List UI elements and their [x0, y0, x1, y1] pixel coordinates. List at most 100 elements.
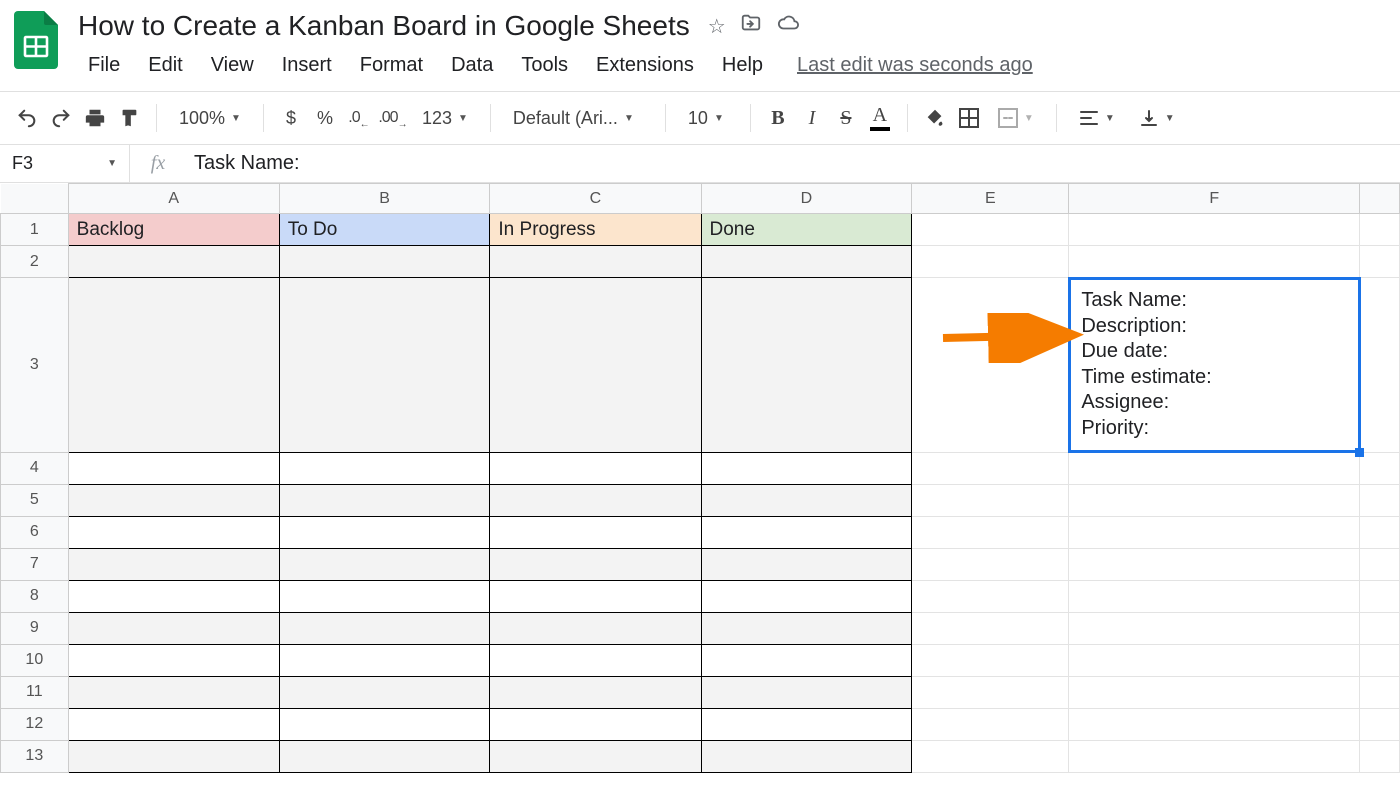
cell-G1[interactable] [1360, 214, 1400, 246]
paint-format-button[interactable] [114, 100, 144, 136]
cell-F12[interactable] [1069, 708, 1360, 740]
cell-G8[interactable] [1360, 580, 1400, 612]
currency-button[interactable]: $ [276, 100, 306, 136]
vertical-align-button[interactable]: ▼ [1129, 108, 1185, 128]
cell-B1[interactable]: To Do [279, 214, 490, 246]
cell-B10[interactable] [279, 644, 490, 676]
col-header-C[interactable]: C [490, 184, 701, 214]
cell-A3[interactable] [68, 278, 279, 453]
undo-button[interactable] [12, 100, 42, 136]
cell-C12[interactable] [490, 708, 701, 740]
cell-A11[interactable] [68, 676, 279, 708]
cell-G13[interactable] [1360, 740, 1400, 772]
cell-E9[interactable] [912, 612, 1069, 644]
borders-button[interactable] [954, 100, 984, 136]
cell-F8[interactable] [1069, 580, 1360, 612]
menu-file[interactable]: File [74, 48, 134, 83]
cell-F13[interactable] [1069, 740, 1360, 772]
cell-C13[interactable] [490, 740, 701, 772]
menu-extensions[interactable]: Extensions [582, 48, 708, 83]
cell-D8[interactable] [701, 580, 912, 612]
increase-decimals-button[interactable]: .00→ [378, 100, 408, 136]
cell-F7[interactable] [1069, 548, 1360, 580]
cell-B6[interactable] [279, 516, 490, 548]
col-header-D[interactable]: D [701, 184, 912, 214]
cell-B9[interactable] [279, 612, 490, 644]
row-header-13[interactable]: 13 [1, 740, 69, 772]
cell-C5[interactable] [490, 484, 701, 516]
move-folder-icon[interactable] [740, 12, 762, 40]
number-format-select[interactable]: 123▼ [412, 108, 478, 129]
cell-E10[interactable] [912, 644, 1069, 676]
row-header-12[interactable]: 12 [1, 708, 69, 740]
row-header-8[interactable]: 8 [1, 580, 69, 612]
cell-F5[interactable] [1069, 484, 1360, 516]
row-header-6[interactable]: 6 [1, 516, 69, 548]
cell-A13[interactable] [68, 740, 279, 772]
row-header-1[interactable]: 1 [1, 214, 69, 246]
row-header-9[interactable]: 9 [1, 612, 69, 644]
cell-D4[interactable] [701, 452, 912, 484]
col-header-F[interactable]: F [1069, 184, 1360, 214]
cell-A12[interactable] [68, 708, 279, 740]
cell-C1[interactable]: In Progress [490, 214, 701, 246]
cell-C2[interactable] [490, 246, 701, 278]
star-icon[interactable]: ☆ [708, 14, 726, 39]
cell-G3[interactable] [1360, 278, 1400, 453]
cell-E11[interactable] [912, 676, 1069, 708]
cell-A8[interactable] [68, 580, 279, 612]
cell-A10[interactable] [68, 644, 279, 676]
zoom-select[interactable]: 100%▼ [169, 108, 251, 129]
cell-C11[interactable] [490, 676, 701, 708]
cell-B4[interactable] [279, 452, 490, 484]
cell-B7[interactable] [279, 548, 490, 580]
menu-view[interactable]: View [197, 48, 268, 83]
cell-B3[interactable] [279, 278, 490, 453]
menu-insert[interactable]: Insert [268, 48, 346, 83]
cell-A9[interactable] [68, 612, 279, 644]
name-box[interactable]: F3▼ [0, 145, 130, 182]
cell-D9[interactable] [701, 612, 912, 644]
row-header-2[interactable]: 2 [1, 246, 69, 278]
cell-D5[interactable] [701, 484, 912, 516]
cell-G11[interactable] [1360, 676, 1400, 708]
menu-data[interactable]: Data [437, 48, 507, 83]
menu-help[interactable]: Help [708, 48, 777, 83]
font-select[interactable]: Default (Ari...▼ [503, 108, 653, 129]
cell-F6[interactable] [1069, 516, 1360, 548]
document-title[interactable]: How to Create a Kanban Board in Google S… [74, 8, 694, 44]
cell-G2[interactable] [1360, 246, 1400, 278]
cell-E1[interactable] [912, 214, 1069, 246]
row-header-3[interactable]: 3 [1, 278, 69, 453]
fill-color-button[interactable] [920, 100, 950, 136]
row-header-5[interactable]: 5 [1, 484, 69, 516]
cell-C9[interactable] [490, 612, 701, 644]
cell-G4[interactable] [1360, 452, 1400, 484]
col-header-B[interactable]: B [279, 184, 490, 214]
cell-E5[interactable] [912, 484, 1069, 516]
cell-A4[interactable] [68, 452, 279, 484]
cell-E4[interactable] [912, 452, 1069, 484]
menu-edit[interactable]: Edit [134, 48, 196, 83]
cell-D1[interactable]: Done [701, 214, 912, 246]
cell-D7[interactable] [701, 548, 912, 580]
menu-format[interactable]: Format [346, 48, 437, 83]
cell-D3[interactable] [701, 278, 912, 453]
cell-A2[interactable] [68, 246, 279, 278]
cell-G9[interactable] [1360, 612, 1400, 644]
cell-E7[interactable] [912, 548, 1069, 580]
col-header-A[interactable]: A [68, 184, 279, 214]
row-header-7[interactable]: 7 [1, 548, 69, 580]
menu-tools[interactable]: Tools [507, 48, 582, 83]
cell-G10[interactable] [1360, 644, 1400, 676]
cell-D2[interactable] [701, 246, 912, 278]
cell-D12[interactable] [701, 708, 912, 740]
cell-F9[interactable] [1069, 612, 1360, 644]
cell-E2[interactable] [912, 246, 1069, 278]
cell-C3[interactable] [490, 278, 701, 453]
cell-G7[interactable] [1360, 548, 1400, 580]
font-size-select[interactable]: 10▼ [678, 108, 738, 129]
cell-G6[interactable] [1360, 516, 1400, 548]
col-header-E[interactable]: E [912, 184, 1069, 214]
cell-C4[interactable] [490, 452, 701, 484]
